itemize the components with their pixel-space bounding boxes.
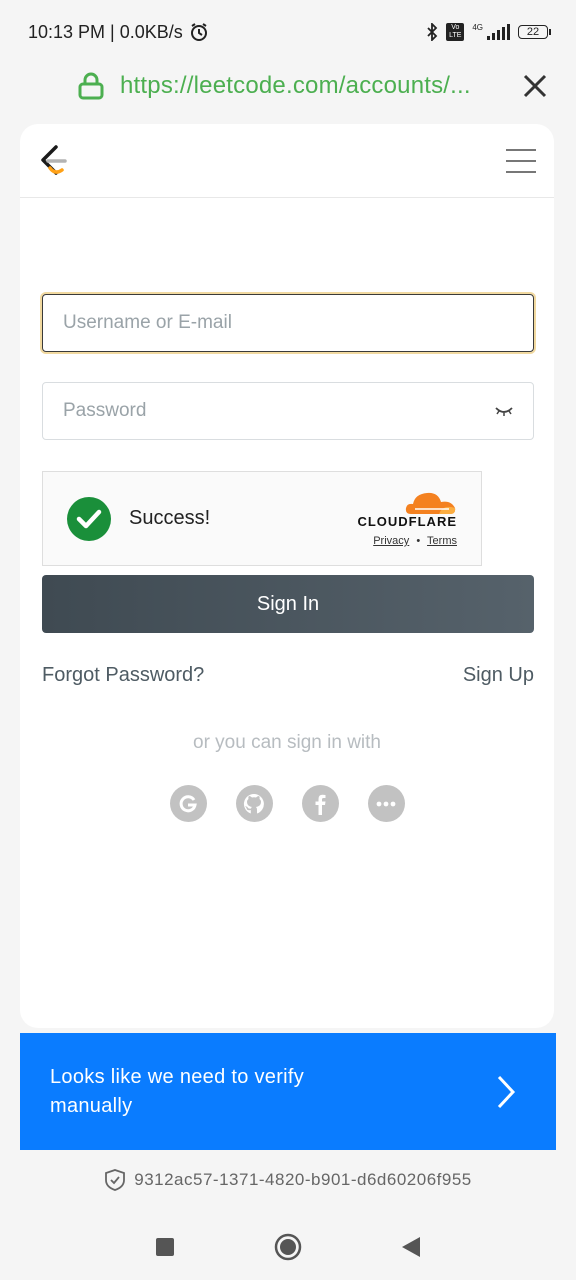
- forgot-password-link[interactable]: Forgot Password?: [42, 664, 204, 687]
- status-bar: 10:13 PM | 0.0KB/s Vo LTE 4G 22: [0, 0, 576, 64]
- ray-id: 9312ac57-1371-4820-b901-d6d60206f955: [134, 1170, 472, 1189]
- recents-icon[interactable]: [156, 1238, 174, 1256]
- terms-link[interactable]: Terms: [427, 535, 457, 547]
- lock-icon: [78, 72, 104, 100]
- network-type: 4G: [472, 23, 483, 32]
- back-icon[interactable]: [402, 1237, 420, 1257]
- volte-badge: Vo LTE: [446, 23, 465, 41]
- card-header: [20, 124, 554, 198]
- alt-signin-text: or you can sign in with: [193, 732, 381, 753]
- close-icon[interactable]: [522, 73, 548, 99]
- cloudflare-branding: CLOUDFLARE Privacy • Terms: [357, 490, 457, 547]
- username-placeholder: Username or E-mail: [63, 312, 232, 333]
- password-input[interactable]: Password: [42, 382, 534, 440]
- cloudflare-brand: CLOUDFLARE: [357, 514, 457, 529]
- privacy-link[interactable]: Privacy: [373, 535, 409, 547]
- battery-level: 22: [526, 26, 540, 38]
- login-card: Username or E-mail Password Success! CLO…: [20, 124, 554, 1028]
- verify-manually-banner[interactable]: Looks like we need to verify manually: [20, 1033, 556, 1150]
- battery-icon: 22: [518, 25, 551, 39]
- verify-text: Looks like we need to verify manually: [50, 1065, 305, 1117]
- captcha-status: Success!: [129, 507, 211, 529]
- github-icon[interactable]: [235, 785, 273, 822]
- shield-check-icon: [105, 1169, 126, 1191]
- url-text[interactable]: https://leetcode.com/accounts/...: [120, 72, 512, 100]
- navigation-bar: [0, 1214, 576, 1280]
- cloudflare-cloud-icon: [405, 492, 456, 514]
- home-icon[interactable]: [274, 1233, 302, 1261]
- cloudflare-captcha[interactable]: Success! CLOUDFLARE Privacy • Terms: [42, 471, 482, 566]
- facebook-icon[interactable]: [301, 785, 339, 822]
- signal-icon: [487, 24, 510, 40]
- password-placeholder: Password: [63, 400, 147, 421]
- link-separator: •: [416, 535, 421, 547]
- leetcode-logo[interactable]: [38, 144, 68, 178]
- eye-closed-icon[interactable]: [495, 405, 513, 417]
- google-icon[interactable]: [169, 785, 207, 822]
- chevron-right-icon: [497, 1075, 516, 1108]
- menu-icon[interactable]: [506, 148, 536, 173]
- success-check-icon: [67, 496, 111, 541]
- url-bar[interactable]: https://leetcode.com/accounts/...: [0, 64, 576, 108]
- bluetooth-icon: [427, 23, 438, 41]
- sign-in-button[interactable]: Sign In: [42, 575, 534, 633]
- sign-up-link[interactable]: Sign Up: [463, 664, 534, 687]
- auth-links: Forgot Password? Sign Up: [42, 664, 534, 687]
- alarm-icon: [190, 23, 207, 41]
- ray-id-row: 9312ac57-1371-4820-b901-d6d60206f955: [0, 1164, 576, 1196]
- username-input[interactable]: Username or E-mail: [42, 294, 534, 352]
- more-icon[interactable]: [367, 785, 405, 822]
- status-time: 10:13 PM | 0.0KB/s: [28, 21, 183, 42]
- social-login-row: [20, 785, 554, 822]
